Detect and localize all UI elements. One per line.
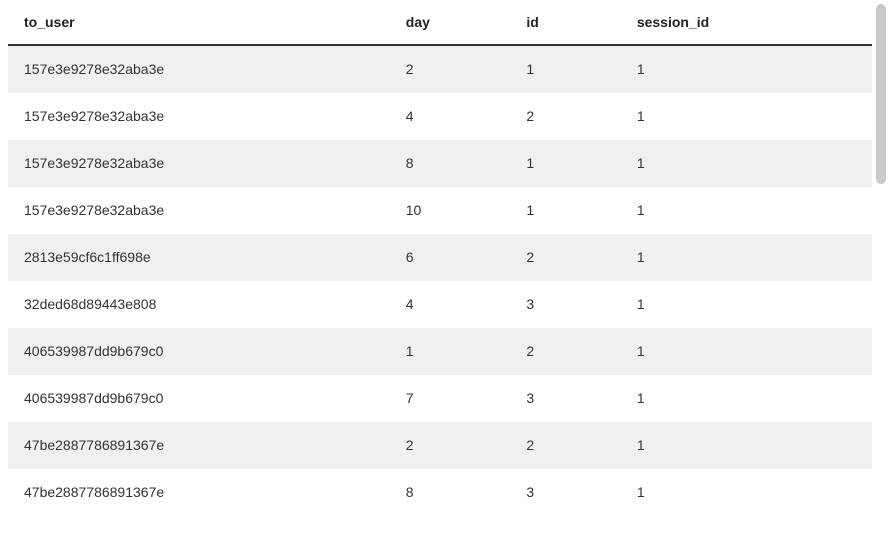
table-row: 32ded68d89443e808 4 3 1 bbox=[8, 281, 872, 328]
cell-session-id: 1 bbox=[621, 281, 872, 328]
cell-to-user: 32ded68d89443e808 bbox=[8, 281, 390, 328]
cell-id: 3 bbox=[510, 469, 621, 516]
cell-id: 3 bbox=[510, 375, 621, 422]
table-row: 47be2887786891367e 2 2 1 bbox=[8, 422, 872, 469]
column-header-session-id[interactable]: session_id bbox=[621, 0, 872, 45]
cell-session-id: 1 bbox=[621, 422, 872, 469]
vertical-scrollbar[interactable] bbox=[874, 4, 888, 184]
cell-session-id: 1 bbox=[621, 469, 872, 516]
table-row: 157e3e9278e32aba3e 2 1 1 bbox=[8, 45, 872, 93]
cell-day: 7 bbox=[390, 375, 511, 422]
cell-day: 8 bbox=[390, 140, 511, 187]
table-body: 157e3e9278e32aba3e 2 1 1 157e3e9278e32ab… bbox=[8, 45, 872, 516]
column-header-to-user[interactable]: to_user bbox=[8, 0, 390, 45]
cell-session-id: 1 bbox=[621, 187, 872, 234]
cell-day: 4 bbox=[390, 93, 511, 140]
cell-id: 1 bbox=[510, 140, 621, 187]
table-header-row: to_user day id session_id bbox=[8, 0, 872, 45]
cell-day: 8 bbox=[390, 469, 511, 516]
cell-id: 2 bbox=[510, 328, 621, 375]
data-table-container: to_user day id session_id 157e3e9278e32a… bbox=[0, 0, 872, 541]
cell-session-id: 1 bbox=[621, 93, 872, 140]
table-row: 157e3e9278e32aba3e 4 2 1 bbox=[8, 93, 872, 140]
table-row: 157e3e9278e32aba3e 8 1 1 bbox=[8, 140, 872, 187]
table-row: 157e3e9278e32aba3e 10 1 1 bbox=[8, 187, 872, 234]
cell-to-user: 157e3e9278e32aba3e bbox=[8, 187, 390, 234]
cell-session-id: 1 bbox=[621, 140, 872, 187]
cell-id: 2 bbox=[510, 93, 621, 140]
cell-day: 4 bbox=[390, 281, 511, 328]
table-row: 2813e59cf6c1ff698e 6 2 1 bbox=[8, 234, 872, 281]
cell-session-id: 1 bbox=[621, 45, 872, 93]
cell-session-id: 1 bbox=[621, 234, 872, 281]
cell-id: 1 bbox=[510, 187, 621, 234]
column-header-day[interactable]: day bbox=[390, 0, 511, 45]
cell-to-user: 2813e59cf6c1ff698e bbox=[8, 234, 390, 281]
cell-to-user: 47be2887786891367e bbox=[8, 422, 390, 469]
cell-day: 1 bbox=[390, 328, 511, 375]
cell-id: 2 bbox=[510, 422, 621, 469]
cell-to-user: 157e3e9278e32aba3e bbox=[8, 140, 390, 187]
table-row: 406539987dd9b679c0 1 2 1 bbox=[8, 328, 872, 375]
scrollbar-thumb[interactable] bbox=[876, 4, 886, 184]
cell-id: 2 bbox=[510, 234, 621, 281]
cell-day: 10 bbox=[390, 187, 511, 234]
cell-id: 1 bbox=[510, 45, 621, 93]
cell-day: 2 bbox=[390, 45, 511, 93]
cell-session-id: 1 bbox=[621, 375, 872, 422]
cell-to-user: 47be2887786891367e bbox=[8, 469, 390, 516]
cell-day: 6 bbox=[390, 234, 511, 281]
cell-to-user: 157e3e9278e32aba3e bbox=[8, 93, 390, 140]
table-row: 406539987dd9b679c0 7 3 1 bbox=[8, 375, 872, 422]
cell-day: 2 bbox=[390, 422, 511, 469]
cell-to-user: 406539987dd9b679c0 bbox=[8, 328, 390, 375]
cell-to-user: 406539987dd9b679c0 bbox=[8, 375, 390, 422]
column-header-id[interactable]: id bbox=[510, 0, 621, 45]
data-table: to_user day id session_id 157e3e9278e32a… bbox=[8, 0, 872, 516]
cell-to-user: 157e3e9278e32aba3e bbox=[8, 45, 390, 93]
cell-session-id: 1 bbox=[621, 328, 872, 375]
table-row: 47be2887786891367e 8 3 1 bbox=[8, 469, 872, 516]
cell-id: 3 bbox=[510, 281, 621, 328]
